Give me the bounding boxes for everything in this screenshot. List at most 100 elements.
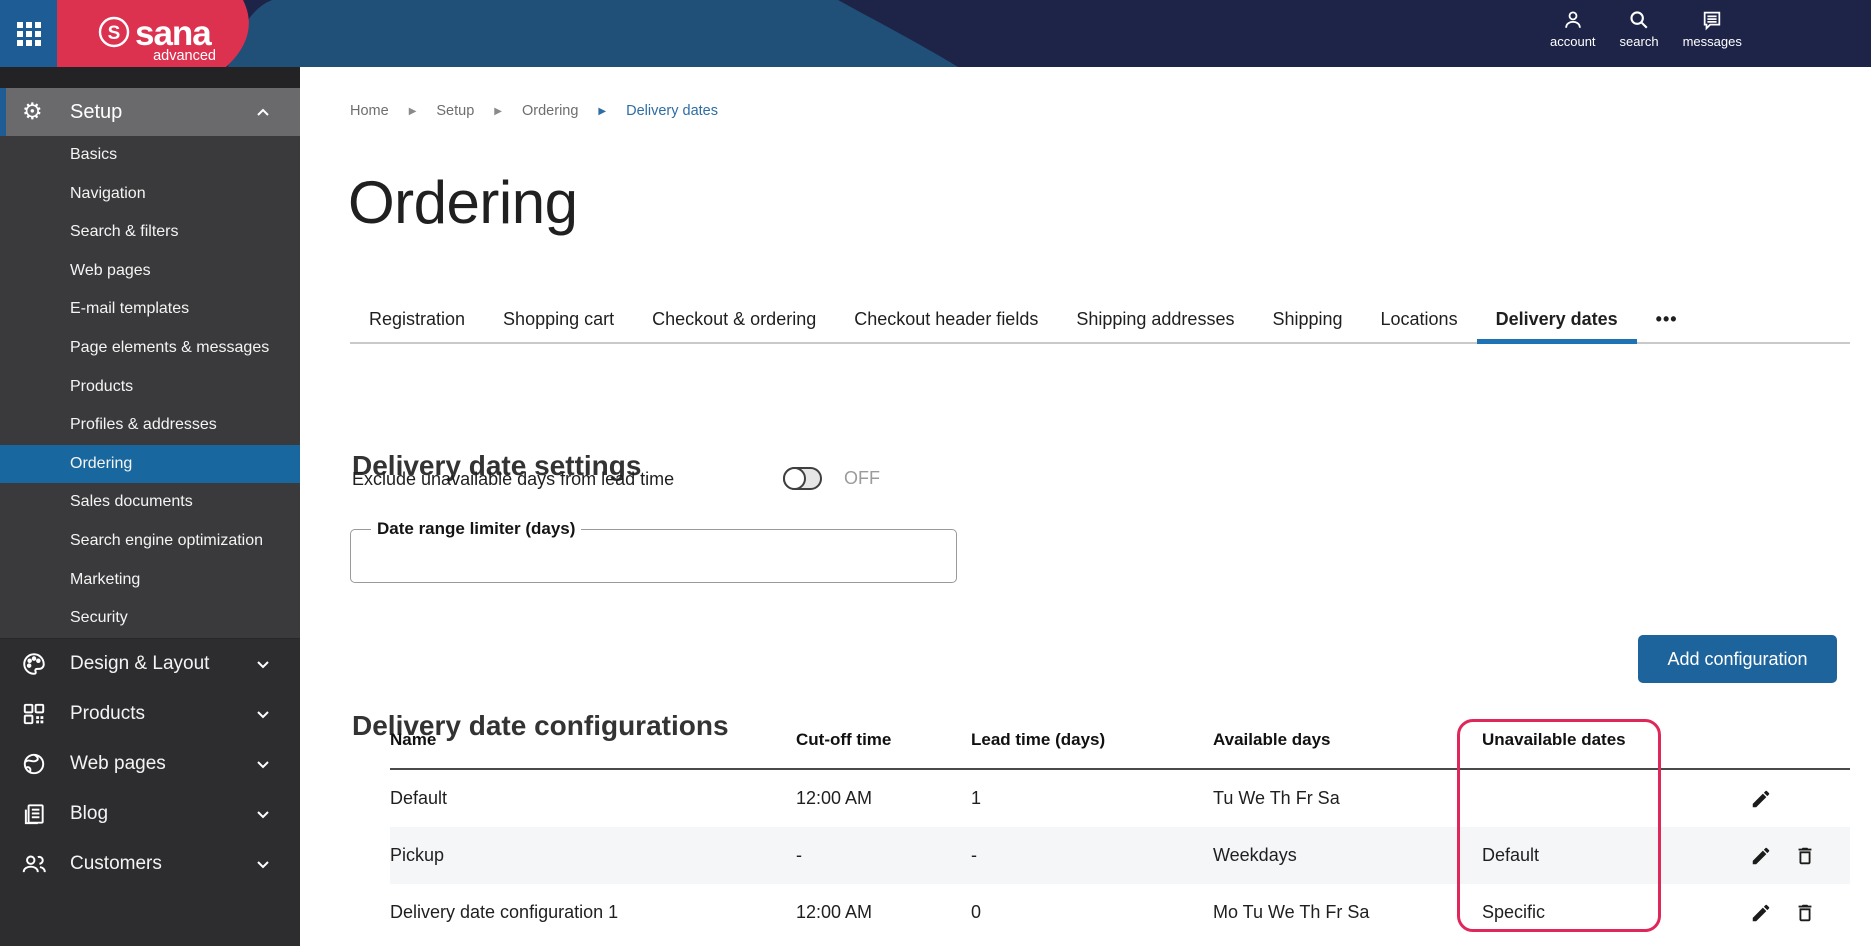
sidebar-item-navigation[interactable]: Navigation [0,175,300,214]
page-title: Ordering [348,169,578,236]
cell-cutoff: 12:00 AM [796,902,873,922]
edit-pencil-icon[interactable] [1750,902,1772,924]
breadcrumb-home[interactable]: Home [350,103,389,119]
delete-trash-icon[interactable] [1794,902,1816,924]
sidebar-section-web-pages[interactable]: Web pages [0,739,300,789]
tab-overflow-ellipsis[interactable]: ••• [1637,297,1697,342]
cell-name: Delivery date configuration 1 [390,902,619,922]
sidebar-item-profiles-addresses[interactable]: Profiles & addresses [0,406,300,445]
sidebar-section-products[interactable]: Products [0,689,300,739]
breadcrumb-current: Delivery dates [626,103,718,119]
apps-menu-button[interactable] [0,0,57,67]
exclude-days-toggle[interactable] [783,467,822,490]
sidebar-section-products-label: Products [70,703,145,724]
sidebar-section-web-pages-label: Web pages [70,753,166,774]
sidebar-item-products[interactable]: Products [0,368,300,407]
sidebar-sections: Design & Layout Products Web pages Blog … [0,638,300,889]
search-icon [1630,11,1648,29]
tab-locations[interactable]: Locations [1362,297,1477,342]
tab-checkout-ordering[interactable]: Checkout & ordering [633,297,835,342]
globe-icon [20,751,48,777]
search-button[interactable]: search [1620,9,1659,49]
table-header-row: Name Cut-off time Lead time (days) Avail… [390,712,1850,770]
sidebar-item-sales-documents[interactable]: Sales documents [0,483,300,522]
chevron-down-icon [257,811,269,819]
exclude-days-setting-row: Exclude unavailable days from lead time … [352,467,880,491]
tab-bar: Registration Shopping cart Checkout & or… [350,297,1850,344]
breadcrumb-setup[interactable]: Setup [436,103,474,119]
edit-pencil-icon[interactable] [1750,788,1772,810]
chevron-down-icon [257,761,269,769]
table-row: Pickup - - Weekdays Default [390,827,1850,884]
sidebar-section-customers-label: Customers [70,853,162,874]
cell-unavailable: Specific [1482,902,1546,922]
cell-days: Tu We Th Fr Sa [1213,788,1340,808]
date-range-limiter-label: Date range limiter (days) [377,519,576,538]
sidebar-top-strip [0,67,300,88]
sidebar-section-blog[interactable]: Blog [0,789,300,839]
top-header: S sana advanced account search messages [0,0,1871,67]
sana-logo-mark: S [108,23,121,44]
tab-shopping-cart[interactable]: Shopping cart [484,297,633,342]
search-label: search [1619,34,1659,49]
sidebar-item-email-templates[interactable]: E-mail templates [0,290,300,329]
edit-pencil-icon[interactable] [1750,845,1772,867]
cell-cutoff: 12:00 AM [796,788,873,808]
toggle-knob [783,467,806,490]
cell-cutoff: - [796,845,802,865]
table-row: Delivery date configuration 1 12:00 AM 0… [390,884,1850,941]
sidebar-section-design-layout[interactable]: Design & Layout [0,639,300,689]
chevron-down-icon [257,861,269,869]
sidebar-item-search-filters[interactable]: Search & filters [0,213,300,252]
add-configuration-button[interactable]: Add configuration [1638,635,1837,683]
delete-trash-icon[interactable] [1794,845,1816,867]
sidebar-section-customers[interactable]: Customers [0,839,300,889]
tab-shipping-addresses[interactable]: Shipping addresses [1057,297,1253,342]
cell-name: Pickup [390,845,445,865]
cell-days: Mo Tu We Th Fr Sa [1213,902,1370,922]
column-header-unavailable-dates: Unavailable dates [1482,730,1626,749]
products-grid-icon [20,701,48,727]
column-header-lead-time: Lead time (days) [971,730,1106,749]
sidebar-item-ordering[interactable]: Ordering [0,444,300,484]
account-button[interactable]: account [1550,9,1596,49]
cell-lead: - [971,845,977,865]
cell-lead: 1 [971,788,982,808]
sidebar-item-seo[interactable]: Search engine optimization [0,522,300,561]
chevron-up-icon [257,108,269,116]
toggle-state-label: OFF [844,468,880,488]
sidebar-item-basics[interactable]: Basics [0,136,300,175]
sidebar-section-setup[interactable]: ⚙ Setup [0,88,300,136]
exclude-days-toggle-label: Exclude unavailable days from lead time [352,468,675,489]
tab-checkout-header-fields[interactable]: Checkout header fields [835,297,1057,342]
sidebar-item-security[interactable]: Security [0,599,300,638]
tab-shipping[interactable]: Shipping [1253,297,1361,342]
date-range-limiter-input[interactable] [363,539,944,569]
cell-days: Weekdays [1213,845,1297,865]
breadcrumb-separator-icon: ▶ [408,105,417,117]
brand-sub-label: advanced [153,48,216,64]
breadcrumb-ordering[interactable]: Ordering [522,103,578,119]
sidebar: ⚙ Setup Basics Navigation Search & filte… [0,67,300,946]
apps-grid-icon [16,21,41,46]
cell-lead: 0 [971,902,982,922]
account-icon [1564,11,1581,28]
breadcrumb-separator-icon: ▶ [598,105,607,117]
date-range-limiter-field: Date range limiter (days) [350,519,957,583]
sidebar-section-blog-label: Blog [70,803,109,824]
main-content: Home ▶ Setup ▶ Ordering ▶ Delivery dates… [300,67,1871,946]
account-label: account [1550,34,1596,49]
table-row: Default 12:00 AM 1 Tu We Th Fr Sa [390,770,1850,827]
tab-registration[interactable]: Registration [350,297,484,342]
header-actions: account search messages [1550,9,1742,49]
column-header-cutoff: Cut-off time [796,730,892,749]
sidebar-item-page-elements[interactable]: Page elements & messages [0,329,300,368]
column-header-available-days: Available days [1213,730,1331,749]
sidebar-item-marketing[interactable]: Marketing [0,561,300,600]
messages-icon [1703,11,1721,31]
messages-button[interactable]: messages [1683,9,1742,49]
tab-delivery-dates[interactable]: Delivery dates [1476,297,1637,344]
cell-name: Default [390,788,448,808]
sidebar-item-web-pages[interactable]: Web pages [0,252,300,291]
gear-icon: ⚙ [22,98,43,125]
